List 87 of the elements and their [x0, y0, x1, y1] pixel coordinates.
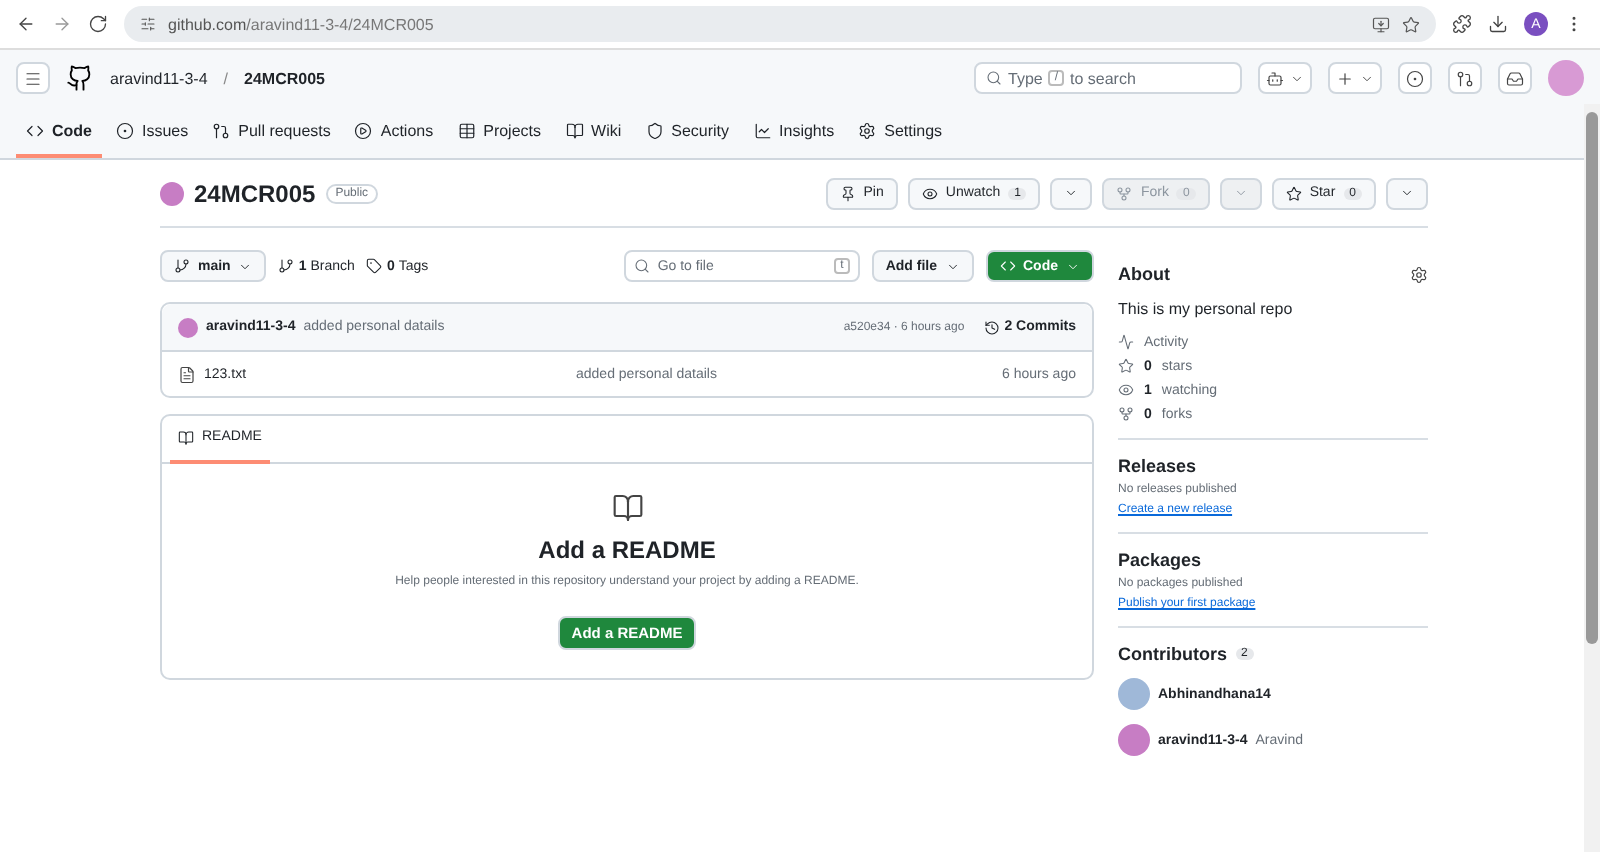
- install-icon: [1372, 15, 1390, 33]
- repo-tab[interactable]: Projects: [447, 106, 552, 158]
- repo-avatar: [160, 181, 184, 205]
- caret-icon: [1066, 259, 1080, 273]
- settings-icon: [1410, 265, 1428, 283]
- about-title: About: [1118, 264, 1170, 284]
- caret-icon: [238, 259, 253, 273]
- caret-icon: [1360, 71, 1374, 85]
- repo-tab[interactable]: Issues: [106, 106, 199, 158]
- bookmark-icon: [1402, 15, 1420, 33]
- create-button[interactable]: [1328, 62, 1382, 94]
- eye-icon: [921, 185, 938, 201]
- packages-title: Packages: [1118, 550, 1204, 570]
- circle-dot-icon: [116, 121, 134, 139]
- author-avatar: [178, 317, 198, 337]
- pull-request-icon: [212, 121, 231, 139]
- pin-icon: [839, 185, 856, 201]
- caret-icon: [945, 259, 959, 273]
- graph-icon: [753, 121, 772, 139]
- repo-tab[interactable]: Insights: [743, 106, 845, 158]
- robot-icon: [1266, 69, 1284, 87]
- repo-tab[interactable]: Settings: [848, 106, 953, 158]
- owner-link[interactable]: aravind11-3-4: [110, 69, 208, 87]
- branch-icon: [278, 258, 295, 274]
- book-icon: [611, 492, 643, 524]
- contributors-title: Contributors: [1118, 644, 1227, 664]
- caret-icon: [1233, 186, 1248, 200]
- dropdown-button[interactable]: [1219, 177, 1262, 209]
- repo-tab[interactable]: Security: [635, 106, 740, 158]
- releases-title: Releases: [1118, 456, 1199, 476]
- inbox-button[interactable]: [1498, 62, 1532, 94]
- star-icon: [1285, 185, 1302, 201]
- play-icon: [354, 121, 373, 139]
- site-settings-icon: [140, 16, 156, 32]
- file-icon: [178, 365, 196, 383]
- contributor-avatar[interactable]: [1118, 724, 1150, 756]
- back-icon: [16, 14, 36, 34]
- eye-icon: [1118, 382, 1134, 398]
- book-icon: [178, 429, 194, 445]
- fork-icon: [1118, 406, 1134, 422]
- table-icon: [457, 121, 476, 139]
- plus-icon: [1336, 69, 1354, 87]
- url-text: github.com/aravind11-3-4/24MCR005: [168, 15, 434, 33]
- address-bar[interactable]: github.com/aravind11-3-4/24MCR005: [124, 6, 1436, 42]
- repo-name: 24MCR005: [194, 179, 316, 207]
- reload-icon: [88, 14, 108, 34]
- star-icon: [1118, 358, 1134, 374]
- pull-requests-button[interactable]: [1448, 62, 1482, 94]
- contributor-avatar[interactable]: [1118, 678, 1150, 710]
- caret-icon: [1400, 186, 1414, 200]
- breadcrumb-separator: /: [223, 69, 229, 87]
- github-logo-icon: [66, 64, 94, 92]
- inbox-icon: [1506, 69, 1524, 87]
- gear-icon: [858, 121, 877, 139]
- dropdown-button[interactable]: [1386, 177, 1428, 209]
- caret-icon: [1290, 71, 1304, 85]
- tag-icon: [366, 258, 383, 274]
- code-icon: [999, 258, 1015, 274]
- repo-link[interactable]: 24MCR005: [244, 69, 325, 87]
- caret-icon: [1064, 186, 1079, 200]
- dropdown-button[interactable]: [1050, 177, 1093, 209]
- branch-icon: [174, 258, 190, 274]
- shield-icon: [645, 121, 664, 139]
- repo-description: This is my personal repo: [1118, 300, 1295, 318]
- pulse-icon: [1118, 334, 1134, 350]
- extensions-icon: [1452, 14, 1472, 34]
- readme-title: Add a README: [538, 536, 716, 564]
- copilot-button[interactable]: [1258, 62, 1312, 94]
- download-icon: [1488, 14, 1508, 34]
- search-icon: [986, 70, 1002, 86]
- menu-icon: [24, 69, 42, 87]
- user-avatar[interactable]: [1548, 60, 1584, 96]
- fork-icon: [1116, 185, 1133, 201]
- book-icon: [565, 121, 584, 139]
- repo-tab[interactable]: Wiki: [555, 106, 632, 158]
- repo-tab[interactable]: Pull requests: [202, 106, 341, 158]
- circle-dot-icon: [1406, 69, 1424, 87]
- forward-icon: [52, 14, 72, 34]
- issues-button[interactable]: [1398, 62, 1432, 94]
- repo-tab[interactable]: Code: [16, 106, 102, 158]
- history-icon: [984, 319, 1001, 335]
- pull-request-icon: [1456, 69, 1474, 87]
- menu-button[interactable]: [16, 62, 50, 94]
- search-icon: [633, 258, 650, 274]
- scrollbar-thumb[interactable]: [1586, 112, 1598, 644]
- code-icon: [26, 121, 44, 139]
- repo-tab[interactable]: Actions: [344, 106, 444, 158]
